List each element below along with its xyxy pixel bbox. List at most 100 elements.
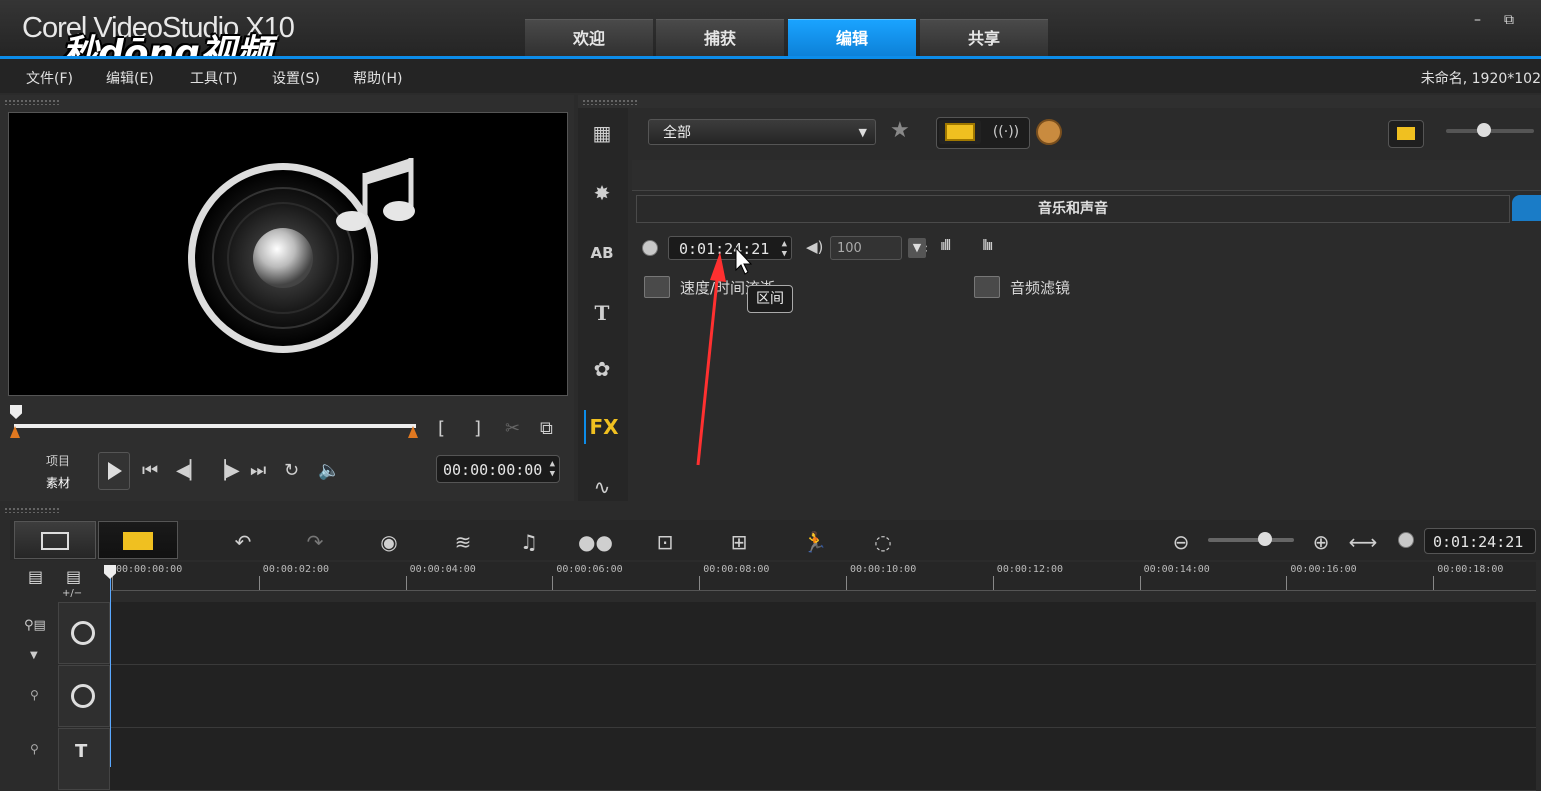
zoom-knob[interactable] (1258, 532, 1272, 546)
ruler-tick-line (1286, 576, 1288, 590)
title-lock-icon[interactable]: ⚲ (30, 742, 39, 756)
home-icon[interactable]: ⏮ (142, 460, 158, 481)
path-icon[interactable]: ∿ (584, 470, 620, 504)
volume-field[interactable]: 100▲▼ (830, 236, 927, 260)
panel-grip[interactable] (4, 99, 60, 105)
end-icon[interactable]: ⏭ (250, 460, 266, 481)
mode-project-label[interactable]: 项目 (46, 452, 70, 469)
ruler-tick-line (846, 576, 847, 590)
thumbnail-size-knob[interactable] (1477, 123, 1491, 137)
multi-camera-icon[interactable]: ⊞ (722, 527, 756, 557)
split-clip-icon[interactable]: ✂ (505, 418, 520, 439)
timeline-view-icon (123, 532, 153, 550)
sound-mixer-icon[interactable]: ≋ (446, 527, 480, 557)
play-icon (108, 462, 122, 480)
ripple-dropdown-icon[interactable]: ▼ (30, 650, 38, 661)
timecode-field[interactable]: 00:00:00:00 ▲ ▼ (436, 455, 560, 483)
ruler-tick-line (1433, 576, 1435, 590)
repeat-icon[interactable]: ↻ (284, 460, 299, 481)
volume-menu-icon[interactable]: ▼ (908, 238, 926, 258)
timeline-view-button[interactable] (98, 521, 178, 559)
timeline-grip[interactable] (4, 507, 60, 513)
time-remapping-icon[interactable]: 🏃 (798, 527, 832, 557)
fade-in-icon[interactable]: ıılll (940, 238, 952, 254)
play-button[interactable] (98, 452, 130, 490)
media-icon[interactable]: ▦ (584, 116, 620, 150)
ruler-tick-line (1139, 576, 1141, 590)
show-audio-button[interactable]: ((·)) (986, 120, 1026, 144)
ruler-tick-line (699, 576, 701, 590)
preview-window (8, 112, 568, 396)
zoom-out-icon[interactable]: ⊖ (1164, 527, 1198, 557)
overlay-track-header[interactable] (58, 665, 110, 727)
system-volume-icon[interactable]: 🔈 (318, 460, 340, 481)
menu-settings[interactable]: 设置(S) (272, 68, 320, 88)
mask-creator-icon[interactable]: ◌ (866, 527, 900, 557)
previous-frame-icon[interactable]: ◀▏ (176, 460, 204, 481)
mark-out-icon[interactable]: ] (474, 418, 481, 439)
zoom-slider[interactable] (1208, 538, 1294, 542)
ripple-editing-icon[interactable]: ⚲▤ (24, 618, 46, 633)
add-remove-tracks[interactable]: +/− (62, 588, 82, 599)
options-tab[interactable] (1512, 195, 1541, 221)
tab-edit[interactable]: 编辑 (788, 19, 916, 58)
video-track-header[interactable] (58, 602, 110, 664)
add-to-favorites-icon[interactable]: ★ (890, 118, 910, 143)
layout-toggle-button[interactable] (1388, 120, 1424, 148)
title-track-header[interactable]: T (58, 728, 110, 790)
duration-spinner-icon[interactable]: ▲ ▼ (782, 239, 787, 259)
ruler-tick-line (112, 576, 113, 590)
instant-project-icon[interactable]: ✸ (584, 176, 620, 210)
video-track[interactable] (110, 602, 1536, 665)
menu-edit[interactable]: 编辑(E) (106, 68, 154, 88)
menu-file[interactable]: 文件(F) (26, 68, 73, 88)
tab-welcome[interactable]: 欢迎 (525, 19, 653, 58)
menu-tools[interactable]: 工具(T) (190, 68, 237, 88)
storyboard-view-button[interactable] (14, 521, 96, 559)
title-track[interactable] (110, 728, 1536, 791)
next-frame-icon[interactable]: ▕▶ (212, 460, 240, 481)
project-duration-clock-icon (1398, 532, 1414, 548)
title-track-icon: T (75, 741, 88, 762)
transition-icon[interactable]: AB (584, 236, 620, 270)
menu-help[interactable]: 帮助(H) (353, 68, 402, 88)
audio-filter-option[interactable]: 音频滤镜 (1010, 277, 1070, 298)
fade-out-icon[interactable]: llııı (982, 238, 994, 254)
ruler-tick-label: 00:00:16:00 (1290, 564, 1357, 575)
motion-tracking-icon[interactable]: ●● (578, 527, 613, 557)
zoom-in-icon[interactable]: ⊕ (1304, 527, 1338, 557)
overlay-track[interactable] (110, 665, 1536, 728)
chevron-down-icon: ▼ (858, 126, 867, 139)
speed-icon[interactable] (644, 276, 670, 298)
fit-project-icon[interactable]: ⟷ (1346, 527, 1380, 557)
mode-clip-label[interactable]: 素材 (46, 474, 70, 491)
ruler-tick-label: 00:00:14:00 (1143, 564, 1210, 575)
overlay-lock-icon[interactable]: ⚲ (30, 688, 39, 702)
effects-icon[interactable] (1036, 119, 1062, 145)
graphic-icon[interactable]: ✿ (584, 352, 620, 386)
audio-filter-icon[interactable] (974, 276, 1000, 298)
mark-in-icon[interactable]: [ (438, 418, 445, 439)
filter-icon[interactable]: FX (584, 410, 622, 444)
subtitle-editor-icon[interactable]: ⊡ (648, 527, 682, 557)
restore-button[interactable]: ⧉ (1504, 12, 1514, 28)
library-filter-dropdown[interactable]: 全部 ▼ (648, 119, 876, 145)
timecode-spinner-icon[interactable]: ▲ ▼ (550, 459, 555, 479)
tab-capture[interactable]: 捕获 (656, 19, 784, 58)
show-video-button[interactable] (939, 120, 981, 144)
duration-clock-icon (642, 240, 658, 256)
add-chapter-icon[interactable]: ▤ (66, 567, 81, 586)
track-manager-icon[interactable]: ▤ (28, 567, 43, 586)
minimize-button[interactable]: – (1474, 12, 1481, 28)
record-capture-icon[interactable]: ◉ (372, 527, 406, 557)
enlarge-preview-icon[interactable]: ⧉ (540, 418, 553, 439)
ruler-tick-line (992, 576, 994, 590)
title-icon[interactable]: T (584, 296, 620, 330)
auto-music-icon[interactable]: ♫ (512, 527, 546, 557)
undo-icon[interactable]: ↶ (226, 527, 260, 557)
tab-share[interactable]: 共享 (920, 19, 1048, 58)
ruler-tick-label: 00:00:18:00 (1437, 564, 1504, 575)
scrubber-track[interactable] (14, 424, 416, 428)
redo-icon[interactable]: ↷ (298, 527, 332, 557)
library-grip[interactable] (582, 99, 638, 105)
